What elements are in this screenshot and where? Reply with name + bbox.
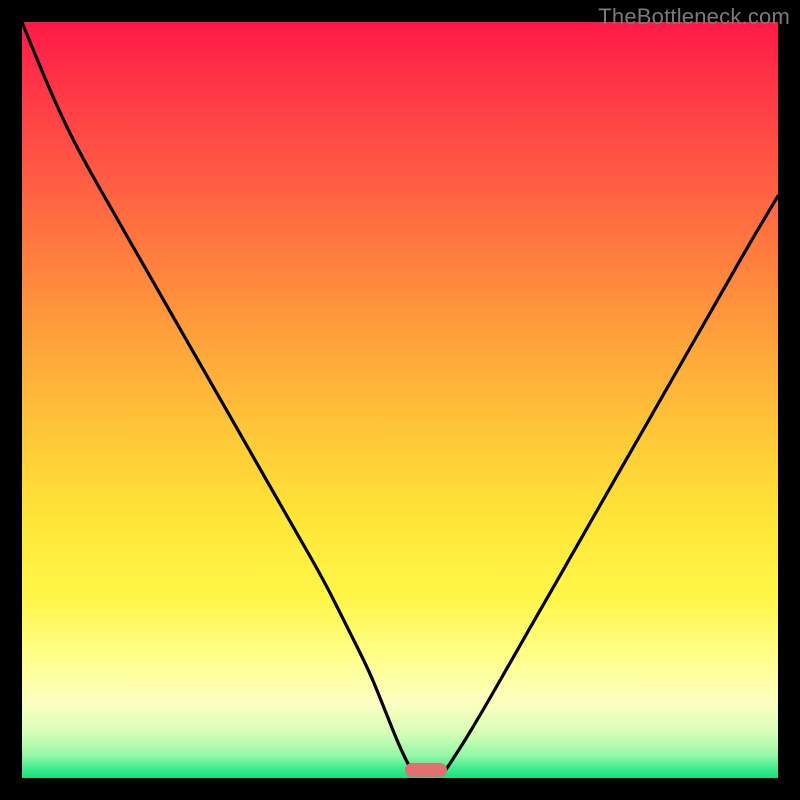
watermark-text: TheBottleneck.com — [598, 4, 790, 30]
curve-right-branch — [445, 196, 778, 771]
curve-left-branch — [22, 22, 411, 770]
chart-frame: TheBottleneck.com — [0, 0, 800, 800]
optimum-marker — [405, 763, 447, 777]
plot-area — [22, 22, 778, 778]
bottleneck-curve — [22, 22, 778, 778]
